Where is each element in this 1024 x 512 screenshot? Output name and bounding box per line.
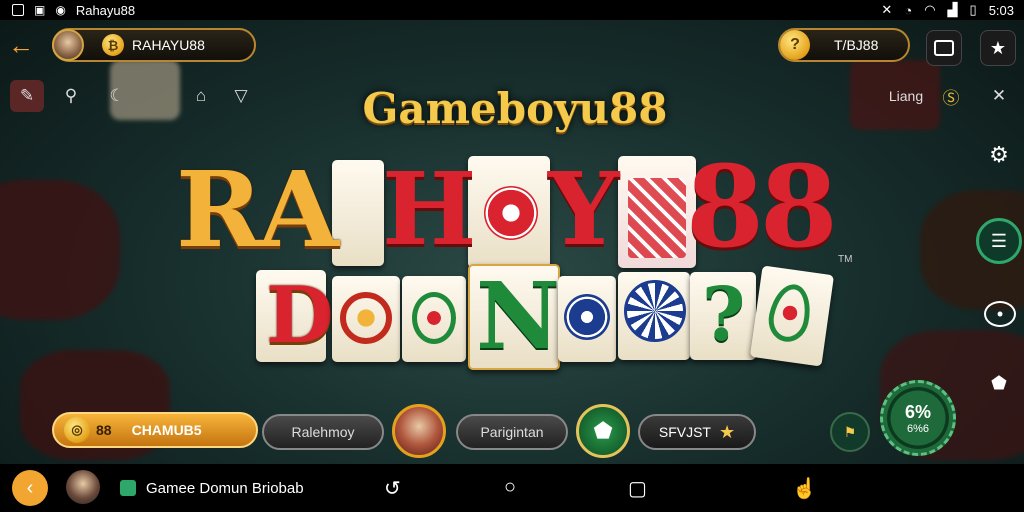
gear-icon: ⚙ [989,142,1009,167]
card-row1-1 [332,160,384,266]
signal-icon: ▟ [947,2,958,17]
main-number: 88 [96,422,112,438]
filter-button[interactable]: ▽ [226,82,256,110]
account-name: RAHAYU88 [132,37,205,53]
balance-coin-icon: ? [780,30,810,60]
star-badge-icon: ★ [718,421,736,442]
diamond-pattern [628,178,686,258]
fourth-label: SFVJST [658,424,711,440]
status-bar: ▣ ◉ Rahayu88 ✕ ◔ ◠ ▟ ▯ 5:03 [0,0,1024,20]
shield-badge-icon: ⬟ [593,418,613,443]
moon-button[interactable]: ☾ [102,82,132,110]
logo-question: ? [702,272,746,358]
search-icon: ⚲ [64,86,78,105]
fourth-button[interactable]: SFVJST ★ [638,414,756,450]
mandala-icon [624,280,686,342]
chip-percent: 6% [904,401,931,422]
app-label: Rahayu88 [75,2,136,18]
clock-time: 5:03 [988,2,1014,18]
logo-d: D [266,270,334,361]
tools-button[interactable]: ✎ [10,80,44,112]
chip-stack-button[interactable]: 6% 6%6 [880,380,956,456]
chip-sub: 6%6 [906,422,930,435]
logo-ra: RA [176,148,339,271]
player-avatar[interactable] [392,404,446,458]
third-label: Parigintan [480,424,544,440]
recents-icon[interactable]: ▢ [628,476,647,501]
close-icon: ✕ [991,86,1007,105]
back-arrow-icon[interactable]: ← [8,30,34,60]
top-bar: ← ₿ RAHAYU88 ? T/BJ88 ★ [0,20,1024,72]
main-play-button[interactable]: ◎ 88 CHAMUB5 [52,412,258,448]
avatar[interactable] [52,29,84,61]
nav-back-icon: ‹ [26,476,34,499]
nav-back-button[interactable]: ‹ [12,470,48,506]
mute-icon: ✕ [881,2,893,17]
main-coin-icon: ◎ [64,417,90,443]
battery-icon: ▯ [969,2,977,17]
gesture-icon[interactable]: ☝ [792,476,817,501]
flag-button[interactable]: ⚑ [830,412,870,452]
close-button[interactable]: ✕ [984,82,1014,110]
main-label: CHAMUB5 [131,422,202,438]
search-button[interactable]: ⚲ [56,82,86,110]
logo-n: N [476,262,561,370]
dollar-button[interactable]: Ⓢ [936,82,966,110]
filter-icon: ▽ [234,86,248,105]
navigation-bar: ‹ Gamee Domun Briobab ↺ ○ ▢ ☝ [0,464,1024,512]
logo-88: 88 [686,142,838,273]
logo-y: Y [548,150,620,268]
secondary-button[interactable]: Ralehmoy [262,414,384,450]
green-ornament [412,292,456,344]
logo-h: H [382,150,477,268]
favorite-button[interactable]: ★ [980,30,1016,66]
shield-badge-button[interactable]: ⬟ [576,404,630,458]
blue-chip [564,294,610,340]
dollar-icon: Ⓢ [942,88,960,108]
balance-pill[interactable]: ? T/BJ88 [778,28,910,62]
shield-button[interactable]: ⬟ [984,368,1014,398]
settings-button[interactable]: ⚙ [984,140,1014,170]
wrench-icon: ✎ [19,86,35,105]
shield-icon: ⬟ [991,372,1007,393]
secondary-label: Ralehmoy [291,424,355,440]
gallery-icon: ▣ [34,3,46,17]
trademark: TM [838,254,853,265]
menu-button[interactable]: ☰ [976,218,1022,264]
nav-avatar[interactable] [66,470,100,504]
account-pill[interactable]: ₿ RAHAYU88 [52,28,256,62]
bell-button[interactable]: ⌂ [186,82,216,110]
nav-app-icon [120,480,136,496]
video-icon [934,40,954,56]
moon-icon: ☾ [109,86,125,105]
chat-button[interactable]: • [982,296,1018,332]
home-icon[interactable]: ○ [504,476,516,499]
third-button[interactable]: Parigintan [456,414,568,450]
rotate-icon[interactable]: ↺ [384,476,401,501]
bell-icon: ⌂ [195,86,207,105]
star-icon: ★ [989,37,1007,58]
video-button[interactable] [926,30,962,66]
flag-icon: ⚑ [843,423,857,440]
bg-chair-left [0,180,120,320]
coin-icon: ₿ [102,34,124,56]
dragon-icon [340,292,392,344]
poker-chip-red [484,186,538,240]
alarm-icon: ◔ [904,2,913,18]
wifi-icon: ◠ [924,2,936,17]
nav-app-title: Gamee Domun Briobab [146,480,304,497]
language-label[interactable]: Liang [884,82,928,110]
chat-icon: • [984,301,1016,327]
balance-value: T/BJ88 [834,37,879,53]
circle-icon: ◉ [55,3,66,17]
game-title: Gameboyu88 [362,84,668,133]
notification-icon [12,4,24,16]
menu-icon: ☰ [990,230,1008,251]
